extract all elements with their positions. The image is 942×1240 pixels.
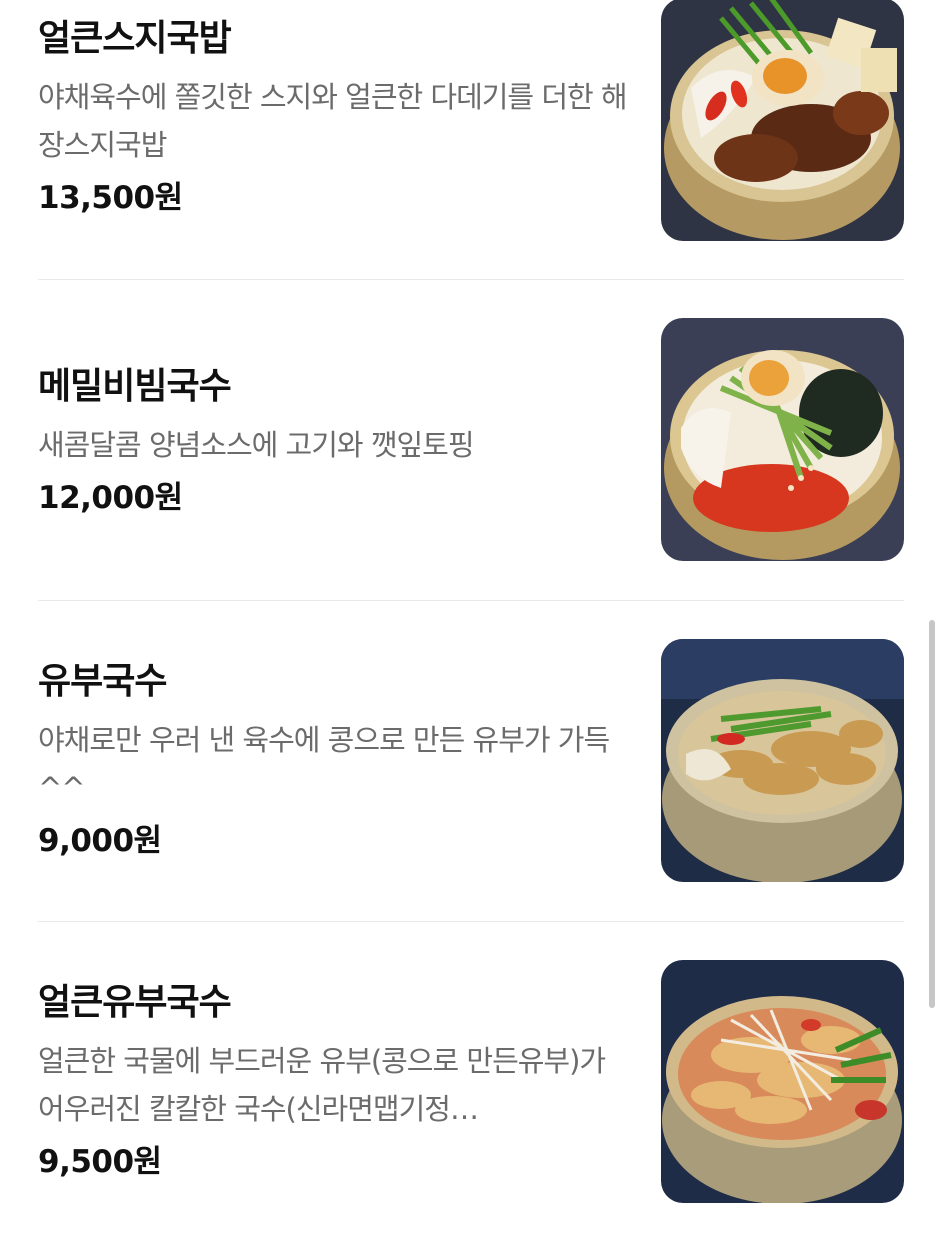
menu-description: 새콤달콤 양념소스에 고기와 깻잎토핑 xyxy=(38,428,475,462)
menu-price: 9,000원 xyxy=(38,823,162,859)
food-photo-icon[interactable] xyxy=(661,0,904,241)
menu-item-text: 메밀비빔국수 새콤달콤 양념소스에 고기와 깻잎토핑 12,000원 xyxy=(38,365,638,519)
menu-item-text: 얼큰유부국수 얼큰한 국물에 부드러운 유부(콩으로 만든유부)가 어우러진 칼… xyxy=(38,981,638,1183)
food-photo-icon[interactable] xyxy=(661,960,904,1203)
food-photo-icon[interactable] xyxy=(661,639,904,882)
menu-item-memil-bibimguksu[interactable]: 메밀비빔국수 새콤달콤 양념소스에 고기와 깻잎토핑 12,000원 xyxy=(38,318,904,564)
menu-description: 얼큰한 국물에 부드러운 유부(콩으로 만든유부)가 어우러진 칼칼한 국수(신… xyxy=(38,1044,606,1126)
divider xyxy=(38,279,904,280)
menu-name: 얼큰유부국수 xyxy=(38,982,232,1023)
menu-item-yubuguksu[interactable]: 유부국수 야채로만 우러 낸 육수에 콩으로 만든 유부가 가득^^ 9,000… xyxy=(38,639,904,885)
menu-description: 야채로만 우러 낸 육수에 콩으로 만든 유부가 가득^^ xyxy=(38,723,610,805)
menu-name: 메밀비빔국수 xyxy=(38,366,232,407)
menu-description: 야채육수에 쫄깃한 스지와 얼큰한 다데기를 더한 해장스지국밥 xyxy=(38,80,628,162)
menu-item-sujigukbap[interactable]: 얼큰스지국밥 야채육수에 쫄깃한 스지와 얼큰한 다데기를 더한 해장스지국밥 … xyxy=(38,0,904,244)
menu-item-text: 얼큰스지국밥 야채육수에 쫄깃한 스지와 얼큰한 다데기를 더한 해장스지국밥 … xyxy=(38,17,638,219)
menu-price: 13,500원 xyxy=(38,180,183,216)
menu-item-eolkeun-yubuguksu[interactable]: 얼큰유부국수 얼큰한 국물에 부드러운 유부(콩으로 만든유부)가 어우러진 칼… xyxy=(38,960,904,1206)
divider xyxy=(38,600,904,601)
menu-item-text: 유부국수 야채로만 우러 낸 육수에 콩으로 만든 유부가 가득^^ 9,000… xyxy=(38,660,638,862)
food-photo-icon[interactable] xyxy=(661,318,904,561)
menu-price: 12,000원 xyxy=(38,480,183,516)
menu-name: 얼큰스지국밥 xyxy=(38,18,232,59)
divider xyxy=(38,921,904,922)
menu-name: 유부국수 xyxy=(38,661,167,702)
scrollbar[interactable] xyxy=(929,620,935,1008)
menu-price: 9,500원 xyxy=(38,1144,162,1180)
menu-list: 얼큰스지국밥 야채육수에 쫄깃한 스지와 얼큰한 다데기를 더한 해장스지국밥 … xyxy=(0,0,942,1240)
